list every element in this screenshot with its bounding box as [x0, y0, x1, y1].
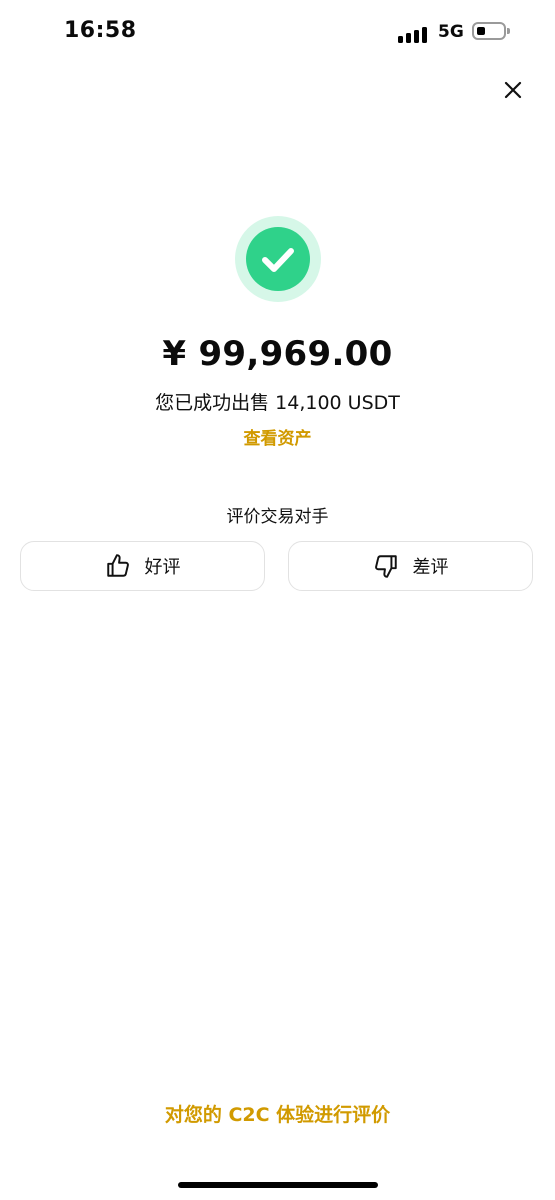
close-button[interactable] — [498, 75, 528, 105]
sale-amount: ¥ 99,969.00 — [162, 334, 393, 374]
network-type: 5G — [438, 22, 464, 42]
view-assets-link[interactable]: 查看资产 — [0, 424, 555, 449]
thumbs-up-icon — [106, 554, 129, 577]
signal-strength-icon — [398, 23, 430, 43]
check-icon — [262, 248, 294, 272]
battery-icon — [472, 22, 510, 40]
bad-rating-label: 差评 — [412, 557, 449, 578]
status-time: 16:58 — [64, 18, 137, 43]
sale-success-message: 您已成功出售 14,100 USDT — [155, 392, 400, 414]
rate-counterparty-title: 评价交易对手 — [226, 507, 329, 527]
thumbs-down-icon — [374, 555, 397, 578]
status-bar: 16:58 5G — [0, 0, 555, 66]
bad-rating-button[interactable]: 差评 — [288, 541, 533, 591]
c2c-feedback-link[interactable]: 对您的 C2C 体验进行评价 — [0, 1100, 555, 1127]
good-rating-button[interactable]: 好评 — [20, 541, 265, 591]
good-rating-label: 好评 — [144, 557, 181, 578]
success-icon — [235, 216, 321, 302]
home-indicator[interactable] — [178, 1182, 378, 1188]
close-icon — [504, 81, 522, 99]
